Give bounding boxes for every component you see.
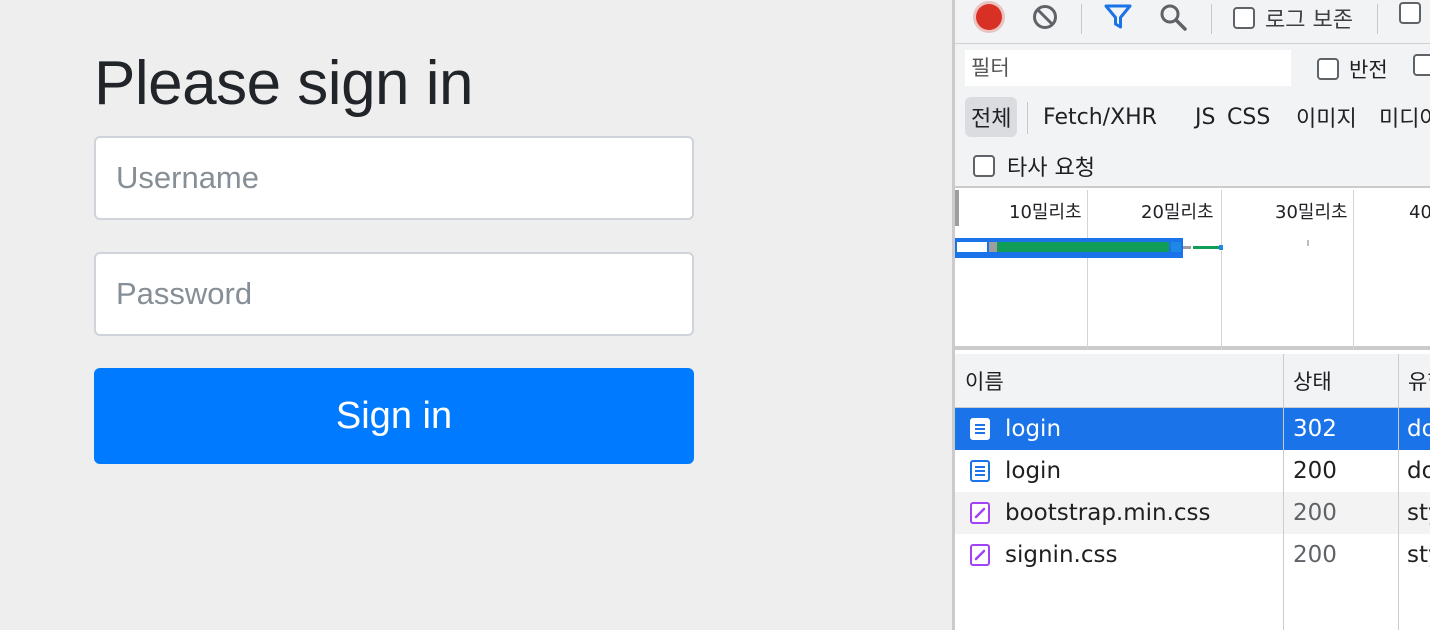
request-name: login [1005, 458, 1062, 484]
search-button[interactable] [1157, 1, 1189, 33]
request-bar-waiting [1193, 246, 1219, 249]
request-name: bootstrap.min.css [1005, 500, 1211, 526]
third-party-checkbox[interactable]: 타사 요청 [973, 150, 1095, 182]
table-row[interactable]: login 200 document [955, 450, 1430, 492]
request-bar-download [1219, 245, 1223, 250]
request-bar-stalled [1183, 246, 1191, 249]
request-bar-stalled [989, 242, 997, 252]
checkbox-box[interactable] [1233, 7, 1255, 29]
third-party-bar: 타사 요청 [955, 140, 1430, 188]
disable-cache-checkbox[interactable] [1399, 2, 1421, 24]
stylesheet-icon [970, 502, 990, 524]
login-page: Please sign in Sign in [0, 0, 952, 630]
request-name: login [1005, 416, 1062, 442]
request-type: stylesheet [1407, 500, 1430, 526]
checkbox-box[interactable] [1399, 2, 1421, 24]
username-input[interactable] [94, 136, 694, 220]
timeline-start-marker [955, 190, 959, 226]
type-filter-css[interactable]: CSS [1221, 97, 1276, 137]
resource-type-filter: 전체 Fetch/XHR JS CSS 이미지 미디어 [955, 94, 1430, 140]
timeline-tick-label: 20밀리초 [1141, 202, 1214, 223]
record-button[interactable] [973, 1, 1005, 33]
timeline-tick-label: 30밀리초 [1275, 202, 1348, 223]
third-party-label: 타사 요청 [1007, 156, 1095, 181]
clear-button[interactable] [1029, 1, 1061, 33]
type-filter-js[interactable]: JS [1189, 97, 1221, 137]
checkbox-box[interactable] [1317, 58, 1339, 80]
record-icon [976, 4, 1002, 30]
request-table: 이름 상태 유형 login 302 document [955, 354, 1430, 630]
filter-bar: 반전 [955, 44, 1430, 94]
devtools-network-panel: 로그 보존 반전 전체 Fetch/XHR JS CSS 이미지 미디어 타사 … [952, 0, 1430, 630]
type-filter-media[interactable]: 미디어 [1373, 97, 1430, 137]
type-filter-fetch-xhr[interactable]: Fetch/XHR [1037, 97, 1163, 137]
column-divider[interactable] [1398, 354, 1399, 630]
type-divider [1027, 102, 1028, 134]
document-icon [970, 460, 990, 482]
clear-icon [1033, 5, 1057, 29]
request-name: signin.css [1005, 542, 1118, 568]
request-status: 200 [1293, 500, 1337, 526]
table-row[interactable]: login 302 document [955, 408, 1430, 450]
filter-toggle-button[interactable] [1102, 1, 1134, 33]
timeline-tick-label: 40밀리초 [1409, 202, 1430, 223]
request-bar-waiting [997, 242, 1169, 252]
network-toolbar: 로그 보존 [955, 0, 1430, 44]
toolbar-divider [1081, 4, 1082, 34]
timeline-tick-label: 10밀리초 [1009, 202, 1082, 223]
table-row[interactable]: bootstrap.min.css 200 stylesheet [955, 492, 1430, 534]
type-filter-all[interactable]: 전체 [965, 97, 1018, 137]
network-overview-timeline[interactable]: 10밀리초 20밀리초 30밀리초 40밀리초 [955, 190, 1430, 350]
timeline-gridline [1221, 190, 1222, 350]
checkbox-box[interactable] [973, 155, 995, 177]
request-type: document [1407, 416, 1430, 442]
stylesheet-icon [970, 544, 990, 566]
toolbar-divider [1377, 4, 1378, 34]
column-header-type[interactable]: 유형 [1398, 354, 1430, 408]
sign-in-button[interactable]: Sign in [94, 368, 694, 464]
invert-label: 반전 [1349, 58, 1388, 82]
column-header-name[interactable]: 이름 [955, 354, 1283, 408]
preserve-log-label: 로그 보존 [1265, 8, 1353, 33]
timeline-gridline [1087, 190, 1088, 350]
column-header-status[interactable]: 상태 [1283, 354, 1398, 408]
column-divider[interactable] [1283, 354, 1284, 630]
filter-icon [1104, 4, 1132, 29]
request-status: 200 [1293, 458, 1337, 484]
request-bar-download [1171, 242, 1181, 252]
toolbar-divider [1211, 4, 1212, 34]
request-status: 200 [1293, 542, 1337, 568]
document-icon [970, 418, 990, 440]
request-type: document [1407, 458, 1430, 484]
request-status: 302 [1293, 416, 1337, 442]
type-filter-image[interactable]: 이미지 [1290, 97, 1363, 137]
request-bar-tick [1307, 240, 1309, 246]
filter-input[interactable] [965, 50, 1291, 86]
hide-data-urls-checkbox[interactable] [1413, 54, 1430, 76]
password-input[interactable] [94, 252, 694, 336]
table-row[interactable]: signin.css 200 stylesheet [955, 534, 1430, 576]
preserve-log-checkbox[interactable]: 로그 보존 [1233, 2, 1353, 34]
invert-checkbox[interactable]: 반전 [1317, 54, 1388, 84]
checkbox-box[interactable] [1413, 54, 1430, 76]
page-title: Please sign in [94, 49, 474, 118]
request-type: stylesheet [1407, 542, 1430, 568]
timeline-gridline [1353, 190, 1354, 350]
request-bar-queue [957, 242, 987, 252]
search-icon [1160, 4, 1187, 31]
